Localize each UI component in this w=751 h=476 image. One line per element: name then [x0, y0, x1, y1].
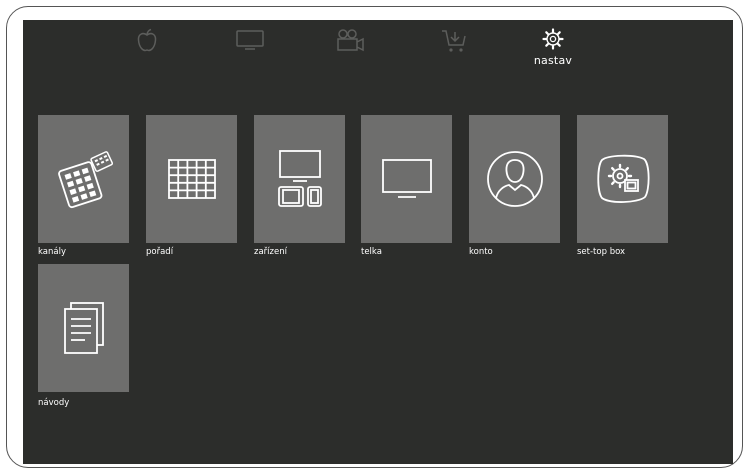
- nav-video[interactable]: [315, 28, 385, 84]
- tile-order[interactable]: [146, 115, 237, 243]
- grid-icon: [167, 159, 216, 199]
- nav-settings[interactable]: nastav: [518, 28, 588, 84]
- nav-settings-label: nastav: [533, 54, 573, 67]
- tile-guides[interactable]: [38, 264, 129, 392]
- settings-box-icon: [596, 154, 650, 203]
- tv-icon: [381, 159, 432, 198]
- tile-devices-label: zařízení: [254, 247, 287, 257]
- tile-account-label: konto: [469, 247, 493, 257]
- apple-icon: [137, 28, 157, 52]
- tv-icon: [236, 30, 264, 50]
- document-icon: [63, 302, 104, 354]
- video-camera-icon: [337, 29, 364, 52]
- tile-devices[interactable]: [254, 115, 345, 243]
- tile-settopbox-label: set-top box: [577, 247, 626, 257]
- devices-icon: [277, 150, 322, 207]
- gear-icon: [542, 28, 564, 50]
- tile-channels[interactable]: [38, 115, 129, 243]
- tile-telka[interactable]: [361, 115, 452, 243]
- tile-account[interactable]: [469, 115, 560, 243]
- tile-order-label: pořadí: [146, 247, 174, 257]
- tile-channels-label: kanály: [38, 247, 66, 257]
- tv-screen: nastav kanály pořadí zařízení telka kont…: [23, 20, 733, 464]
- user-icon: [486, 151, 543, 207]
- cart-icon: [442, 30, 466, 52]
- keypad-icon: [57, 151, 113, 209]
- nav-apps[interactable]: [112, 28, 182, 84]
- tile-settopbox[interactable]: [577, 115, 668, 243]
- tile-telka-label: telka: [361, 247, 382, 257]
- tile-guides-label: návody: [38, 398, 70, 408]
- nav-shop[interactable]: [419, 28, 489, 84]
- nav-tv[interactable]: [215, 28, 285, 84]
